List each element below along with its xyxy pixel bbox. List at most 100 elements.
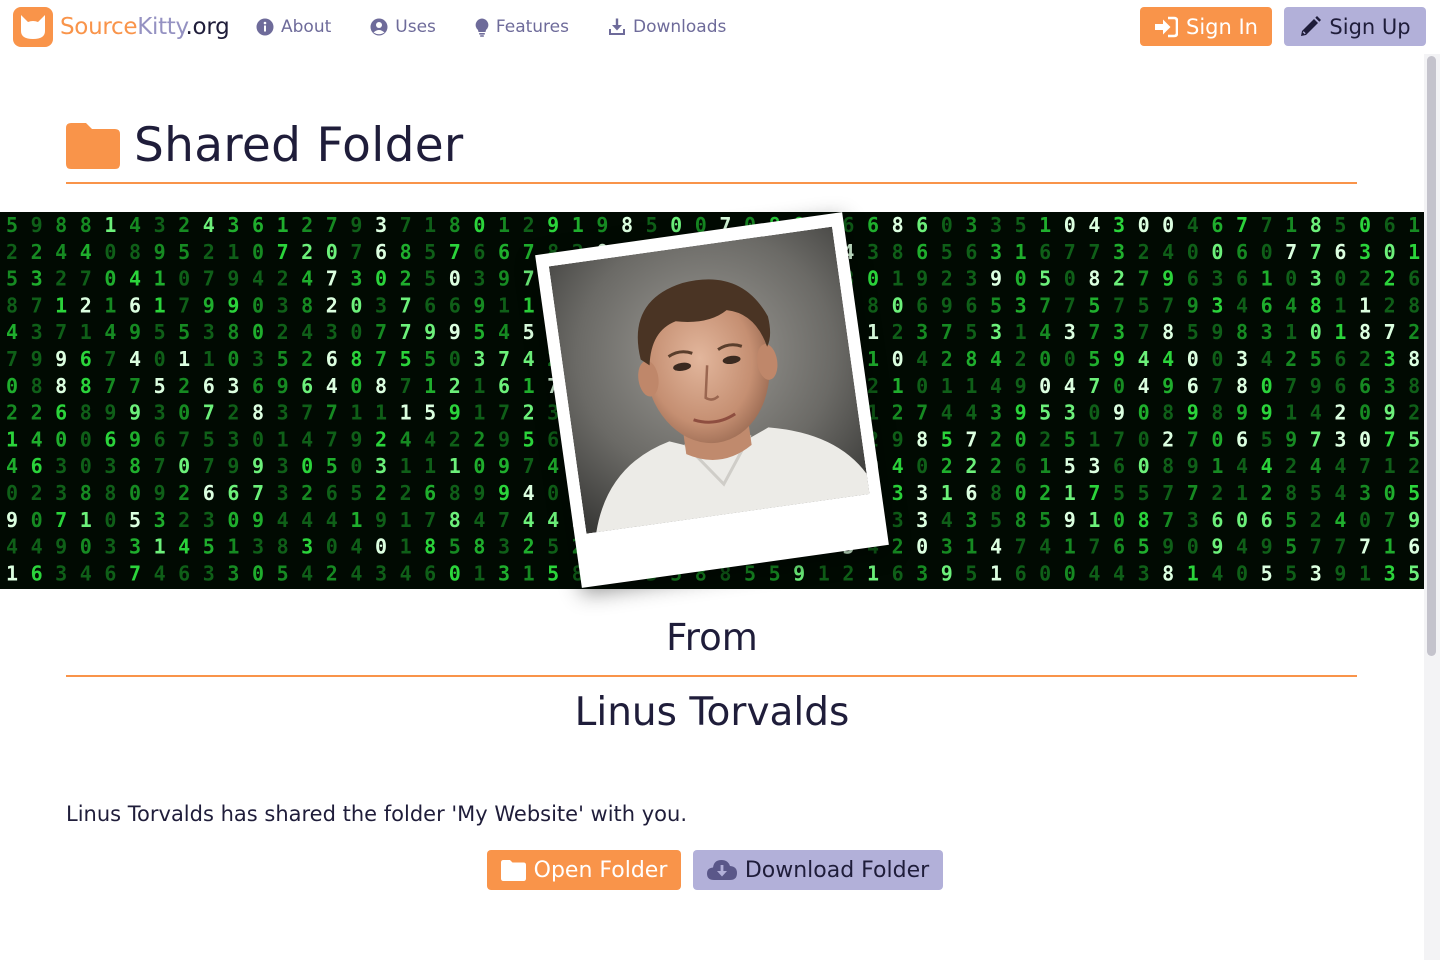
svg-text:1: 1 <box>473 374 485 398</box>
svg-text:5: 5 <box>350 481 362 505</box>
svg-text:6: 6 <box>449 293 461 317</box>
svg-text:3: 3 <box>203 320 215 344</box>
brand-home-link[interactable]: SourceKitty.org <box>13 7 230 47</box>
svg-text:3: 3 <box>375 454 387 478</box>
svg-text:8: 8 <box>449 508 461 532</box>
svg-text:3: 3 <box>1384 374 1396 398</box>
svg-text:6: 6 <box>1015 561 1027 585</box>
svg-text:1: 1 <box>1039 454 1051 478</box>
nav-about[interactable]: About <box>256 15 331 39</box>
svg-text:3: 3 <box>154 213 166 237</box>
nav-uses[interactable]: Uses <box>370 15 436 39</box>
svg-text:0: 0 <box>1310 320 1322 344</box>
svg-text:1: 1 <box>154 535 166 559</box>
svg-text:0: 0 <box>1039 347 1051 371</box>
svg-text:0: 0 <box>547 481 559 505</box>
svg-text:5: 5 <box>1039 267 1051 291</box>
svg-text:3: 3 <box>203 561 215 585</box>
svg-text:5: 5 <box>523 427 535 451</box>
nav-features[interactable]: Features <box>475 15 569 39</box>
svg-text:0: 0 <box>1285 267 1297 291</box>
svg-text:5: 5 <box>941 427 953 451</box>
svg-text:1: 1 <box>178 347 190 371</box>
svg-text:9: 9 <box>941 561 953 585</box>
svg-text:8: 8 <box>1162 454 1174 478</box>
svg-text:3: 3 <box>154 508 166 532</box>
svg-text:1: 1 <box>424 374 436 398</box>
svg-text:6: 6 <box>227 481 239 505</box>
svg-text:1: 1 <box>6 561 18 585</box>
svg-text:4: 4 <box>523 508 535 532</box>
svg-text:5: 5 <box>227 588 239 589</box>
svg-text:3: 3 <box>277 481 289 505</box>
svg-text:9: 9 <box>375 508 387 532</box>
svg-text:9: 9 <box>227 293 239 317</box>
page-scrollbar[interactable] <box>1424 54 1440 960</box>
svg-text:8: 8 <box>1236 320 1248 344</box>
svg-text:0: 0 <box>178 267 190 291</box>
svg-text:0: 0 <box>1162 213 1174 237</box>
open-folder-button[interactable]: Open Folder <box>487 850 681 890</box>
scrollbar-thumb[interactable] <box>1427 56 1436 656</box>
nav-downloads[interactable]: Downloads <box>608 15 726 39</box>
svg-text:4: 4 <box>80 240 92 264</box>
brand-source-text: Source <box>60 14 138 40</box>
svg-text:1: 1 <box>1015 240 1027 264</box>
svg-text:7: 7 <box>1261 213 1273 237</box>
svg-text:4: 4 <box>6 320 18 344</box>
svg-text:8: 8 <box>252 401 264 425</box>
svg-text:2: 2 <box>547 588 559 589</box>
svg-text:4: 4 <box>1236 535 1248 559</box>
svg-text:8: 8 <box>916 427 928 451</box>
svg-text:0: 0 <box>1359 213 1371 237</box>
sign-in-button[interactable]: Sign In <box>1140 7 1272 46</box>
svg-text:0: 0 <box>1064 561 1076 585</box>
download-folder-button[interactable]: Download Folder <box>693 850 943 890</box>
svg-text:9: 9 <box>129 427 141 451</box>
svg-text:4: 4 <box>301 320 313 344</box>
svg-text:0: 0 <box>1211 240 1223 264</box>
svg-text:7: 7 <box>1359 535 1371 559</box>
svg-text:0: 0 <box>129 481 141 505</box>
svg-text:5: 5 <box>129 508 141 532</box>
svg-text:7: 7 <box>941 320 953 344</box>
svg-text:3: 3 <box>203 508 215 532</box>
sign-up-button[interactable]: Sign Up <box>1284 7 1426 46</box>
svg-text:7: 7 <box>375 320 387 344</box>
svg-text:3: 3 <box>375 213 387 237</box>
svg-text:4: 4 <box>990 347 1002 371</box>
svg-text:1: 1 <box>867 347 879 371</box>
svg-text:2: 2 <box>178 213 190 237</box>
svg-text:6: 6 <box>129 293 141 317</box>
svg-text:0: 0 <box>350 454 362 478</box>
svg-text:7: 7 <box>1162 481 1174 505</box>
svg-text:1: 1 <box>1261 267 1273 291</box>
svg-text:1: 1 <box>350 508 362 532</box>
svg-text:2: 2 <box>1162 588 1174 589</box>
svg-text:7: 7 <box>1162 508 1174 532</box>
svg-text:2: 2 <box>375 481 387 505</box>
svg-text:0: 0 <box>1236 561 1248 585</box>
svg-text:6: 6 <box>1261 293 1273 317</box>
svg-text:4: 4 <box>154 561 166 585</box>
svg-text:7: 7 <box>400 320 412 344</box>
svg-text:0: 0 <box>104 508 116 532</box>
svg-text:4: 4 <box>301 508 313 532</box>
svg-text:0: 0 <box>252 320 264 344</box>
svg-text:7: 7 <box>867 588 879 589</box>
svg-text:1: 1 <box>1359 561 1371 585</box>
svg-text:6: 6 <box>424 481 436 505</box>
svg-text:1: 1 <box>227 535 239 559</box>
svg-text:9: 9 <box>55 347 67 371</box>
svg-text:8: 8 <box>424 535 436 559</box>
svg-text:3: 3 <box>1384 347 1396 371</box>
svg-text:4: 4 <box>1187 213 1199 237</box>
svg-text:6: 6 <box>1334 240 1346 264</box>
svg-text:4: 4 <box>6 535 18 559</box>
svg-text:7: 7 <box>1113 427 1125 451</box>
from-divider <box>66 675 1357 677</box>
svg-text:9: 9 <box>498 454 510 478</box>
svg-text:0: 0 <box>227 508 239 532</box>
svg-text:4: 4 <box>523 588 535 589</box>
svg-text:7: 7 <box>1064 293 1076 317</box>
